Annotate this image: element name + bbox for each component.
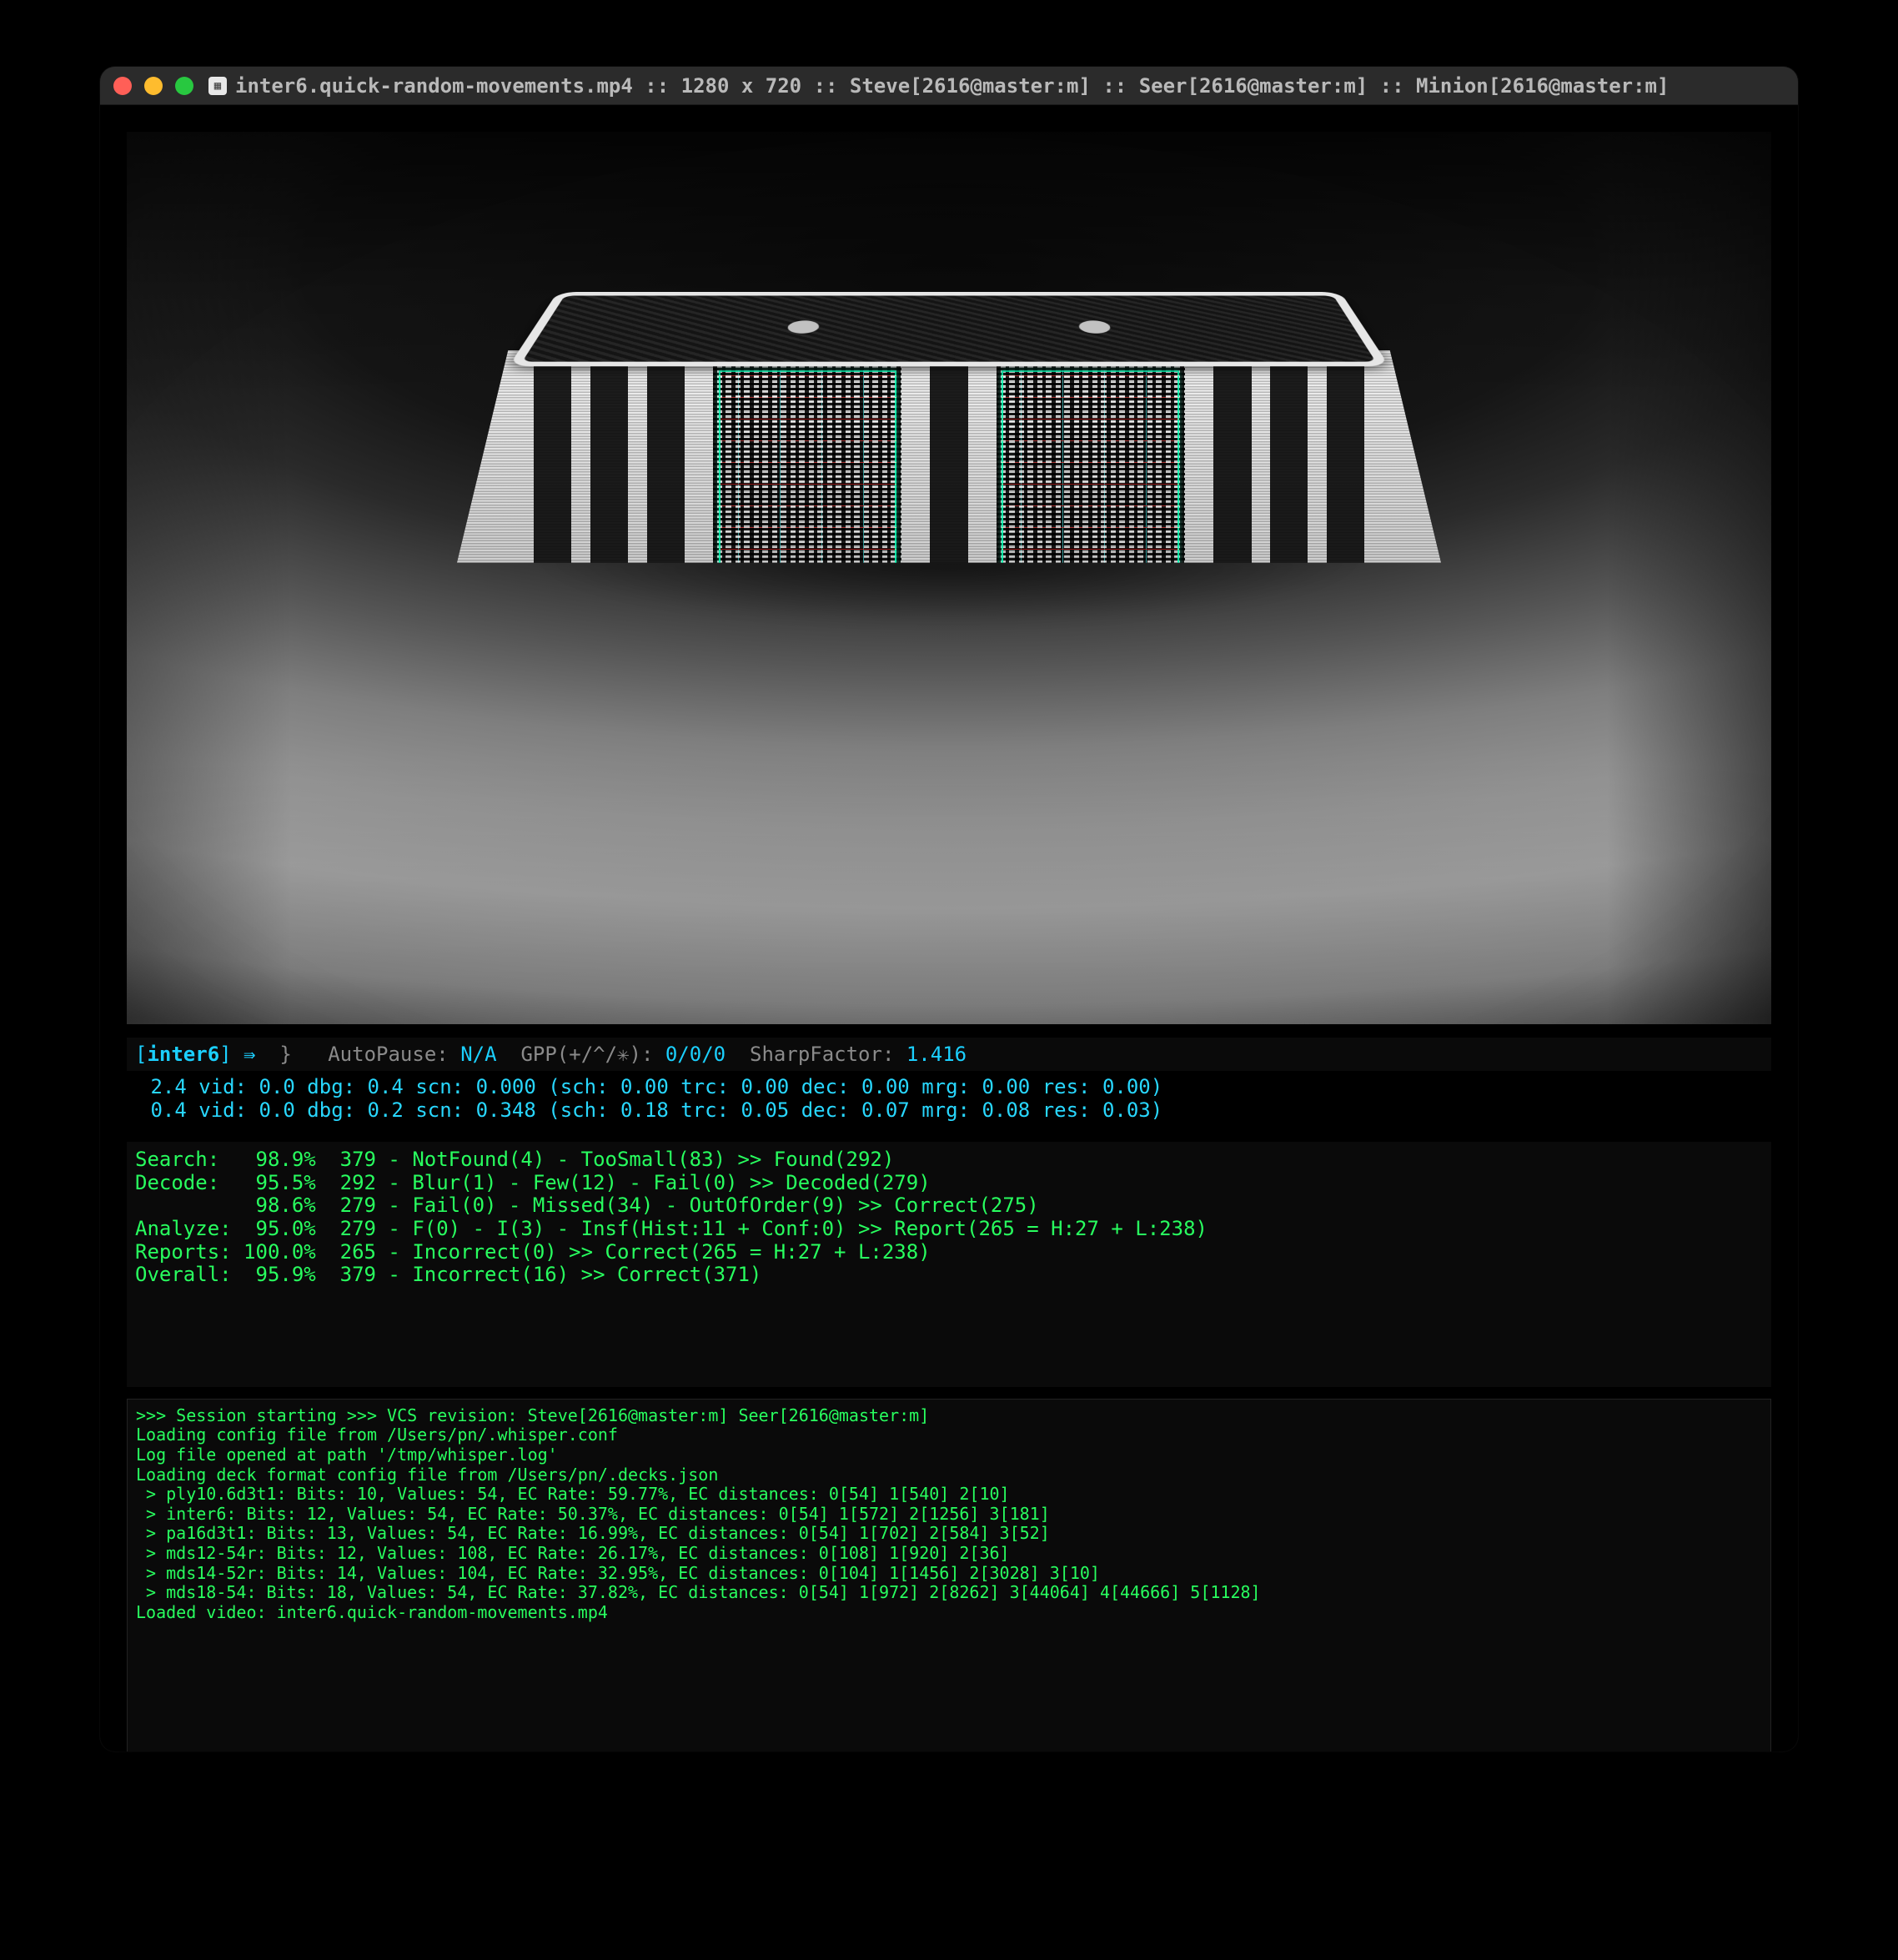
log-line: > mds14-52r: Bits: 14, Values: 104, EC R… (136, 1563, 1100, 1583)
prompt-brace: } (279, 1043, 291, 1066)
stat-analyze: Analyze: 95.0% 279 - F(0) - I(3) - Insf(… (135, 1217, 1208, 1240)
status-bar: [inter6] ⇛ } AutoPause: N/A GPP(+/^/✳): … (127, 1038, 1771, 1071)
log-line: > mds12-54r: Bits: 12, Values: 108, EC R… (136, 1543, 1010, 1563)
log-panel: >>> Session starting >>> VCS revision: S… (127, 1399, 1771, 1751)
video-vignette (127, 132, 1771, 1024)
gpp-label: GPP(+/^/✳): (520, 1043, 653, 1066)
session-name: inter6 (147, 1043, 219, 1066)
autopause-value: N/A (460, 1043, 496, 1066)
autopause-label: AutoPause: (328, 1043, 449, 1066)
log-line: > ply10.6d3t1: Bits: 10, Values: 54, EC … (136, 1484, 1010, 1504)
timing-row: 2.4 vid: 0.0 dbg: 0.4 scn: 0.000 (sch: 0… (138, 1075, 1162, 1098)
timing-panel: 2.4 vid: 0.0 dbg: 0.4 scn: 0.000 (sch: 0… (127, 1071, 1771, 1130)
stats-panel: Search: 98.9% 379 - NotFound(4) - TooSma… (127, 1142, 1771, 1387)
maximize-icon[interactable] (175, 77, 193, 95)
document-proxy-icon[interactable]: ▦ (208, 77, 227, 95)
stat-decode2: 98.6% 279 - Fail(0) - Missed(34) - OutOf… (135, 1194, 1039, 1217)
window-title: inter6.quick-random-movements.mp4 :: 128… (235, 74, 1669, 98)
video-preview[interactable] (127, 132, 1771, 1024)
stat-reports: Reports: 100.0% 265 - Incorrect(0) >> Co… (135, 1240, 931, 1264)
sharp-label: SharpFactor: (750, 1043, 894, 1066)
log-line: > mds18-54: Bits: 18, Values: 54, EC Rat… (136, 1582, 1261, 1602)
minimize-icon[interactable] (144, 77, 163, 95)
prompt-arrow-icon: ⇛ (244, 1043, 255, 1066)
sharp-value: 1.416 (906, 1043, 967, 1066)
log-line: Log file opened at path '/tmp/whisper.lo… (136, 1445, 558, 1465)
window-content: [inter6] ⇛ } AutoPause: N/A GPP(+/^/✳): … (100, 105, 1798, 1751)
stat-overall: Overall: 95.9% 379 - Incorrect(16) >> Co… (135, 1263, 761, 1286)
gpp-value: 0/0/0 (665, 1043, 726, 1066)
window-traffic-lights (113, 77, 193, 95)
log-line: Loading config file from /Users/pn/.whis… (136, 1425, 618, 1445)
log-line: Loaded video: inter6.quick-random-moveme… (136, 1602, 608, 1622)
timing-row: 0.4 vid: 0.0 dbg: 0.2 scn: 0.348 (sch: 0… (138, 1098, 1162, 1122)
stat-search: Search: 98.9% 379 - NotFound(4) - TooSma… (135, 1148, 894, 1171)
log-line: > pa16d3t1: Bits: 13, Values: 54, EC Rat… (136, 1523, 1050, 1543)
app-window: ▦ inter6.quick-random-movements.mp4 :: 1… (100, 67, 1798, 1751)
log-line: > inter6: Bits: 12, Values: 54, EC Rate:… (136, 1504, 1050, 1524)
stat-decode: Decode: 95.5% 292 - Blur(1) - Few(12) - … (135, 1171, 931, 1194)
log-line: >>> Session starting >>> VCS revision: S… (136, 1405, 929, 1425)
close-icon[interactable] (113, 77, 132, 95)
log-line: Loading deck format config file from /Us… (136, 1465, 718, 1485)
window-titlebar[interactable]: ▦ inter6.quick-random-movements.mp4 :: 1… (100, 67, 1798, 105)
